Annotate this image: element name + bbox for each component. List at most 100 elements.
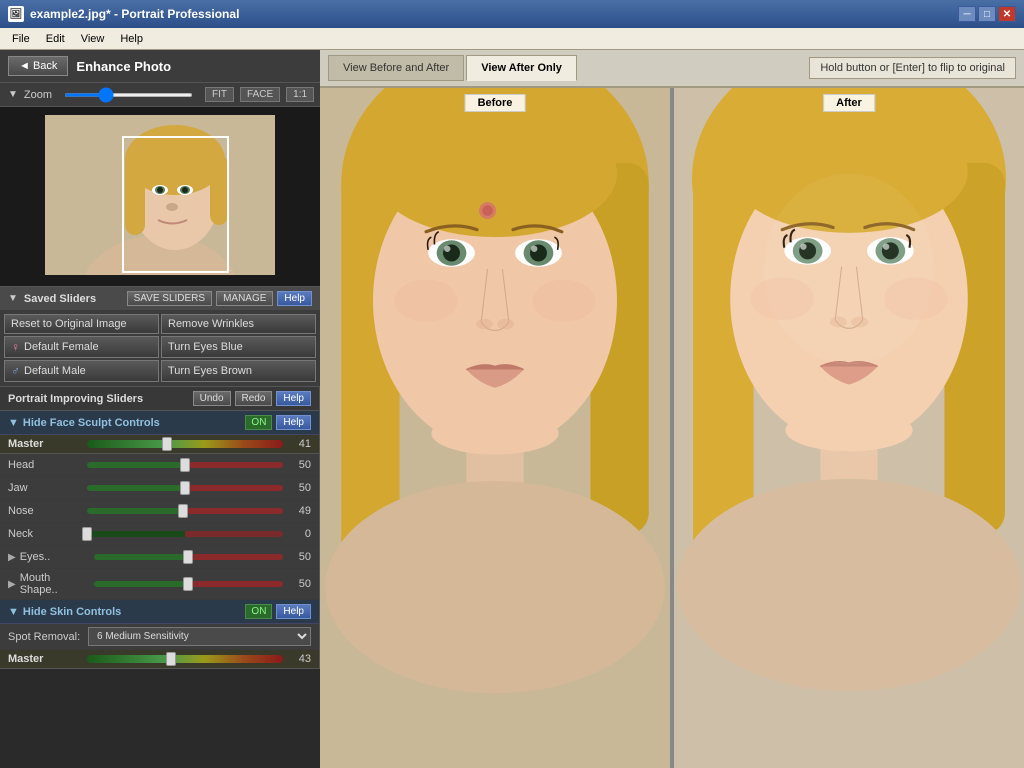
eyes-track-container <box>94 549 283 565</box>
redo-button[interactable]: Redo <box>235 391 273 406</box>
close-button[interactable]: ✕ <box>998 6 1016 22</box>
skin-master-handle[interactable] <box>166 652 176 666</box>
preset-wrinkles-button[interactable]: Remove Wrinkles <box>161 314 316 334</box>
nose-label: Nose <box>8 505 83 517</box>
eyes-handle[interactable] <box>183 550 193 564</box>
face-sculpt-toggle[interactable]: ▼ <box>8 417 19 429</box>
eyes-expand-toggle[interactable]: ▶ <box>8 552 16 563</box>
left-panel-scroll[interactable]: ▼ Saved Sliders SAVE SLIDERS MANAGE Help… <box>0 287 320 768</box>
mouth-handle[interactable] <box>183 577 193 591</box>
tab-before-after[interactable]: View Before and After <box>328 55 464 81</box>
head-value: 50 <box>287 459 311 471</box>
menu-file[interactable]: File <box>4 31 38 47</box>
spot-removal-select[interactable]: 6 Medium Sensitivity <box>88 627 311 646</box>
before-image <box>320 88 670 768</box>
saved-sliders-help-button[interactable]: Help <box>277 291 312 306</box>
after-image <box>674 88 1024 768</box>
zoom-1to1-button[interactable]: 1:1 <box>286 87 314 102</box>
after-label: After <box>823 94 875 112</box>
zoom-slider[interactable] <box>64 93 193 97</box>
flip-hint: Hold button or [Enter] to flip to origin… <box>809 57 1016 79</box>
preset-male-button[interactable]: ♂ Default Male <box>4 360 159 382</box>
neck-track-container <box>87 526 283 542</box>
zoom-fit-button[interactable]: FIT <box>205 87 234 102</box>
skin-controls-header: ▼ Hide Skin Controls ON Help <box>0 600 319 624</box>
saved-sliders-toggle[interactable]: ▼ <box>8 293 18 304</box>
view-tabs: View Before and After View After Only Ho… <box>320 50 1024 88</box>
preset-eyes-brown-button[interactable]: Turn Eyes Brown <box>161 360 316 382</box>
before-panel: Before <box>320 88 670 768</box>
head-handle[interactable] <box>180 458 190 472</box>
neck-handle[interactable] <box>82 527 92 541</box>
skin-controls-help-button[interactable]: Help <box>276 604 311 619</box>
saved-sliders-header: ▼ Saved Sliders SAVE SLIDERS MANAGE Help <box>0 287 320 310</box>
neck-value: 0 <box>287 528 311 540</box>
jaw-handle[interactable] <box>180 481 190 495</box>
thumbnail-container[interactable] <box>45 115 275 275</box>
manage-button[interactable]: MANAGE <box>216 291 273 306</box>
back-button[interactable]: ◄ Back <box>8 56 68 76</box>
window-title: example2.jpg* - Portrait Professional <box>30 7 958 21</box>
saved-sliders-section: ▼ Saved Sliders SAVE SLIDERS MANAGE Help… <box>0 287 320 387</box>
app-icon: 🖼 <box>8 6 24 22</box>
maximize-button[interactable]: □ <box>978 6 996 22</box>
minimize-button[interactable]: ─ <box>958 6 976 22</box>
undo-redo-row: Portrait Improving Sliders Undo Redo Hel… <box>0 387 319 411</box>
undo-button[interactable]: Undo <box>193 391 231 406</box>
face-sculpt-help-button[interactable]: Help <box>276 415 311 430</box>
face-sculpt-on-button[interactable]: ON <box>245 415 272 430</box>
saved-sliders-label: Saved Sliders <box>24 293 96 305</box>
skin-master-label: Master <box>8 653 83 665</box>
right-panel: View Before and After View After Only Ho… <box>320 50 1024 768</box>
preset-reset-button[interactable]: Reset to Original Image <box>4 314 159 334</box>
preset-female-label: Default Female <box>24 341 99 353</box>
image-area: Before <box>320 88 1024 768</box>
jaw-label: Jaw <box>8 482 83 494</box>
zoom-face-button[interactable]: FACE <box>240 87 280 102</box>
app-icon-symbol: 🖼 <box>10 9 23 20</box>
face-sculpt-master-row: Master 41 <box>0 435 319 454</box>
face-sculpt-master-value: 41 <box>287 438 311 450</box>
eyes-slider-row: ▶ Eyes.. 50 <box>0 546 319 569</box>
presets-grid: Reset to Original Image Remove Wrinkles … <box>0 310 320 386</box>
face-sculpt-label: Hide Face Sculpt Controls <box>23 417 160 429</box>
jaw-slider-row: Jaw 50 <box>0 477 319 500</box>
jaw-track-container <box>87 480 283 496</box>
thumbnail-area <box>0 107 320 287</box>
mouth-expand-toggle[interactable]: ▶ <box>8 579 16 590</box>
preset-eyes-blue-button[interactable]: Turn Eyes Blue <box>161 336 316 358</box>
panel-header: ◄ Back Enhance Photo <box>0 50 320 83</box>
save-sliders-button[interactable]: SAVE SLIDERS <box>127 291 213 306</box>
neck-track <box>87 531 283 537</box>
panel-title: Enhance Photo <box>76 59 171 74</box>
mouth-track-container <box>94 576 283 592</box>
portrait-sliders-label: Portrait Improving Sliders <box>8 393 189 405</box>
head-track-container <box>87 457 283 473</box>
face-sculpt-master-label: Master <box>8 438 83 450</box>
preset-female-button[interactable]: ♀ Default Female <box>4 336 159 358</box>
nose-slider-row: Nose 49 <box>0 500 319 523</box>
skin-master-row: Master 43 <box>0 650 319 669</box>
mouth-slider-row: ▶ Mouth Shape.. 50 <box>0 569 319 600</box>
male-icon: ♂ <box>11 364 20 378</box>
skin-master-track <box>87 655 283 663</box>
portrait-help-button[interactable]: Help <box>276 391 311 406</box>
head-slider-row: Head 50 <box>0 454 319 477</box>
face-sculpt-section: ▼ Hide Face Sculpt Controls ON Help Mast… <box>0 411 319 600</box>
zoom-toggle[interactable]: ▼ <box>8 89 18 100</box>
before-label: Before <box>465 94 526 112</box>
saved-sliders-controls: SAVE SLIDERS MANAGE Help <box>127 291 312 306</box>
menu-bar: File Edit View Help <box>0 28 1024 50</box>
menu-edit[interactable]: Edit <box>38 31 73 47</box>
nose-handle[interactable] <box>178 504 188 518</box>
skin-controls-on-button[interactable]: ON <box>245 604 272 619</box>
nose-track-container <box>87 503 283 519</box>
skin-master-value: 43 <box>287 653 311 665</box>
menu-help[interactable]: Help <box>112 31 151 47</box>
menu-view[interactable]: View <box>73 31 113 47</box>
tab-after-only[interactable]: View After Only <box>466 55 577 81</box>
face-sculpt-master-handle[interactable] <box>162 437 172 451</box>
skin-controls-toggle[interactable]: ▼ <box>8 606 19 618</box>
left-panel: ◄ Back Enhance Photo ▼ Zoom FIT FACE 1:1… <box>0 50 320 768</box>
mouth-value: 50 <box>287 578 311 590</box>
